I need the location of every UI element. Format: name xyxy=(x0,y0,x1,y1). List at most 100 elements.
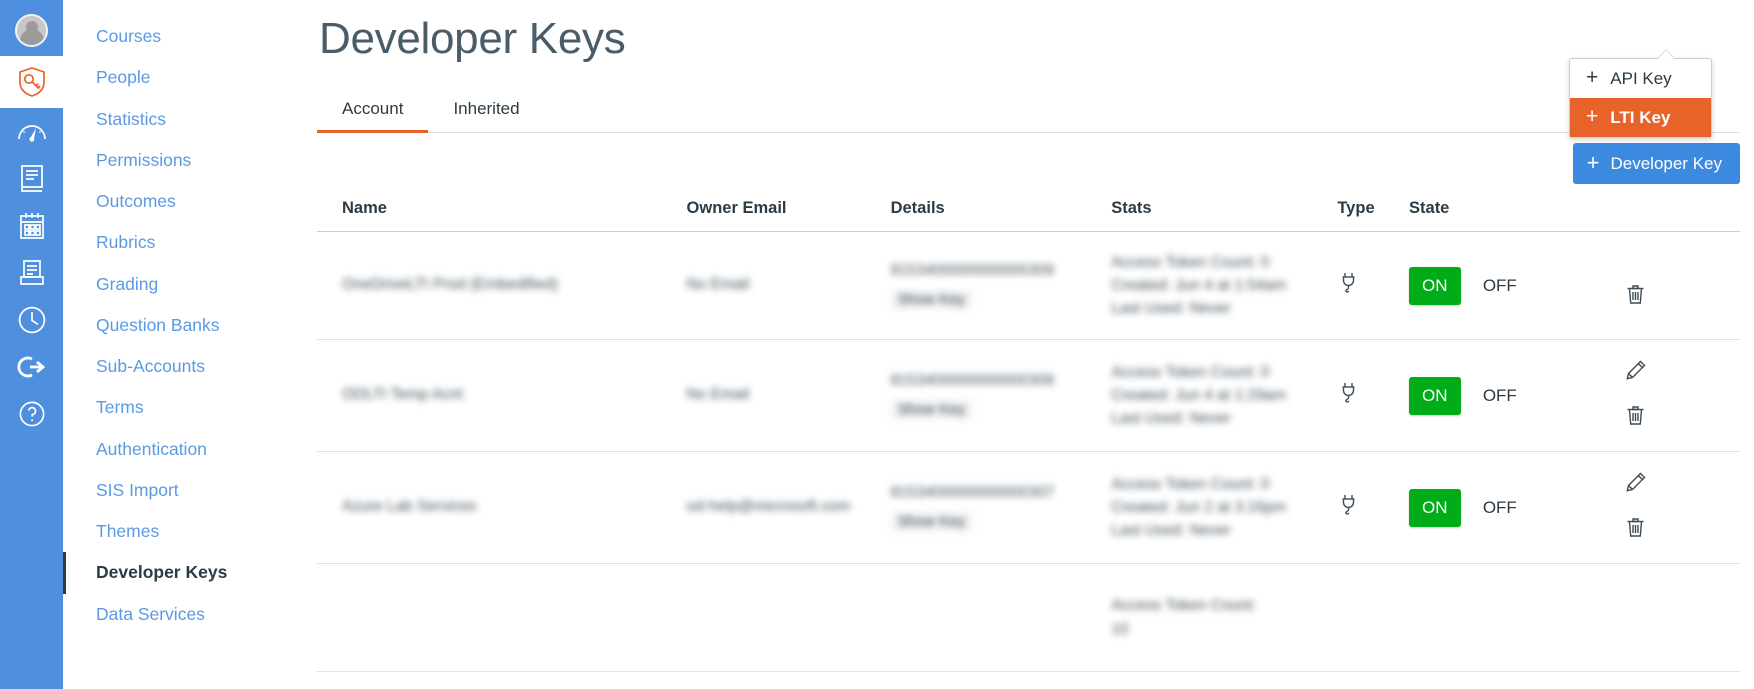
column-header-type[interactable]: Type xyxy=(1337,199,1410,232)
table-header: Name Owner Email Details Stats Type Stat… xyxy=(317,199,1740,232)
sidebar-item-authentication[interactable]: Authentication xyxy=(63,429,305,470)
key-stats: Access Token Count: 10 xyxy=(1111,597,1257,638)
sidebar-item-developer-keys[interactable]: Developer Keys xyxy=(63,552,305,594)
rail-item-admin[interactable] xyxy=(0,56,63,108)
sidebar-item-rubrics[interactable]: Rubrics xyxy=(63,222,305,263)
sidebar-item-outcomes[interactable]: Outcomes xyxy=(63,181,305,222)
state-on-button[interactable]: ON xyxy=(1409,376,1461,415)
question-circle-icon xyxy=(18,400,46,428)
cell-details: 8153400000000000309 Show Key xyxy=(890,232,1112,340)
sidebar-item-data-services[interactable]: Data Services xyxy=(63,594,305,635)
menu-item-api-key-label: API Key xyxy=(1610,68,1672,88)
column-header-owner-email[interactable]: Owner Email xyxy=(686,199,891,232)
sidebar-item-people[interactable]: People xyxy=(63,57,305,98)
inbox-tray-icon xyxy=(18,258,46,288)
column-header-details[interactable]: Details xyxy=(890,199,1112,232)
cell-actions xyxy=(1597,232,1740,340)
key-id: 8153400000000000307 xyxy=(890,483,1055,501)
cell-actions xyxy=(1597,340,1740,452)
tab-account[interactable]: Account xyxy=(317,88,429,133)
edit-icon[interactable] xyxy=(1625,359,1647,386)
rail-item-account[interactable] xyxy=(0,4,63,56)
cell-details: 8153400000000000307 Show Key xyxy=(890,452,1112,564)
table-toolbar: + Developer Key xyxy=(305,133,1740,199)
table-row: OneDriveLTI Prod (Embedified) No Email 8… xyxy=(317,232,1740,340)
key-name: ODLTI Temp Acnt xyxy=(342,386,463,404)
state-off-button[interactable]: OFF xyxy=(1483,386,1517,406)
developer-keys-table: Name Owner Email Details Stats Type Stat… xyxy=(317,199,1740,672)
cell-actions xyxy=(1597,564,1740,672)
cell-state: ON OFF xyxy=(1409,232,1597,340)
cell-details: 8153400000000000308 Show Key xyxy=(890,340,1112,452)
cell-name xyxy=(317,564,687,672)
state-on-button[interactable]: ON xyxy=(1409,266,1461,305)
owner-email: od-help@microsoft.com xyxy=(686,498,851,516)
dashboard-gauge-icon xyxy=(17,119,47,145)
rail-item-courses[interactable] xyxy=(0,155,63,202)
row-actions xyxy=(1625,466,1740,549)
rail-item-inbox[interactable] xyxy=(0,249,63,296)
cell-stats: Access Token Count: 0 Created: Jun 2 at … xyxy=(1111,452,1337,564)
sidebar-item-terms[interactable]: Terms xyxy=(63,387,305,428)
cell-stats: Access Token Count: 10 xyxy=(1111,564,1337,672)
menu-item-lti-key[interactable]: + LTI Key xyxy=(1570,98,1711,137)
tab-list: Account Inherited xyxy=(317,88,1740,133)
show-key-button[interactable]: Show Key xyxy=(890,288,973,310)
tab-inherited[interactable]: Inherited xyxy=(428,88,544,133)
delete-icon[interactable] xyxy=(1625,404,1646,432)
column-header-state[interactable]: State xyxy=(1409,199,1597,232)
cell-name: OneDriveLTI Prod (Embedified) xyxy=(317,232,687,340)
sidebar-item-courses[interactable]: Courses xyxy=(63,16,305,57)
cell-type xyxy=(1337,340,1409,452)
show-key-button[interactable]: Show Key xyxy=(890,510,973,532)
avatar xyxy=(15,13,48,47)
rail-item-help[interactable] xyxy=(0,390,63,437)
sidebar-item-question-banks[interactable]: Question Banks xyxy=(63,305,305,346)
cell-stats: Access Token Count: 0 Created: Jun 4 at … xyxy=(1111,340,1337,452)
edit-icon[interactable] xyxy=(1625,471,1647,498)
rail-item-dashboard[interactable] xyxy=(0,108,63,155)
cell-state: ON OFF xyxy=(1409,452,1597,564)
plus-icon: + xyxy=(1586,149,1600,175)
column-header-stats[interactable]: Stats xyxy=(1111,199,1338,232)
shield-key-icon xyxy=(17,66,47,98)
add-developer-key-button[interactable]: + Developer Key xyxy=(1572,143,1740,184)
rail-item-calendar[interactable] xyxy=(0,202,63,249)
plus-icon: + xyxy=(1586,105,1599,128)
cell-name: ODLTI Temp Acnt xyxy=(317,340,687,452)
cell-owner-email: No Email xyxy=(687,340,891,452)
rail-item-logout[interactable] xyxy=(0,343,63,390)
show-key-button[interactable]: Show Key xyxy=(890,398,973,420)
developer-key-menu: + API Key + LTI Key xyxy=(1569,58,1712,138)
menu-item-api-key[interactable]: + API Key xyxy=(1570,59,1711,98)
sidebar-item-permissions[interactable]: Permissions xyxy=(63,140,305,181)
state-off-button[interactable]: OFF xyxy=(1483,498,1517,518)
key-stats: Access Token Count: 0 Created: Jun 4 at … xyxy=(1111,253,1287,318)
sidebar-item-themes[interactable]: Themes xyxy=(63,511,305,552)
cell-type xyxy=(1337,564,1409,672)
delete-icon[interactable] xyxy=(1625,283,1646,311)
delete-icon[interactable] xyxy=(1625,516,1646,544)
key-id: 8153400000000000308 xyxy=(890,371,1055,389)
owner-email: No Email xyxy=(686,276,750,294)
sidebar-item-sis-import[interactable]: SIS Import xyxy=(63,470,305,511)
plug-icon xyxy=(1337,383,1361,410)
sidebar-item-grading[interactable]: Grading xyxy=(63,264,305,305)
state-off-button[interactable]: OFF xyxy=(1483,276,1517,296)
column-header-name[interactable]: Name xyxy=(317,199,687,232)
cell-owner-email: od-help@microsoft.com xyxy=(687,452,891,564)
cell-type xyxy=(1337,232,1409,340)
key-id: 8153400000000000309 xyxy=(890,261,1055,279)
sidebar-item-sub-accounts[interactable]: Sub-Accounts xyxy=(63,346,305,387)
developer-keys-table-wrap: Name Owner Email Details Stats Type Stat… xyxy=(317,199,1740,672)
plus-icon: + xyxy=(1586,66,1599,89)
key-stats: Access Token Count: 0 Created: Jun 2 at … xyxy=(1111,475,1287,540)
rail-item-history[interactable] xyxy=(0,296,63,343)
sidebar-item-statistics[interactable]: Statistics xyxy=(63,99,305,140)
book-icon xyxy=(19,164,45,194)
plug-icon xyxy=(1337,495,1361,522)
cell-state xyxy=(1409,564,1597,672)
cell-state: ON OFF xyxy=(1409,340,1597,452)
state-on-button[interactable]: ON xyxy=(1409,488,1461,527)
add-developer-key-label: Developer Key xyxy=(1610,153,1722,173)
